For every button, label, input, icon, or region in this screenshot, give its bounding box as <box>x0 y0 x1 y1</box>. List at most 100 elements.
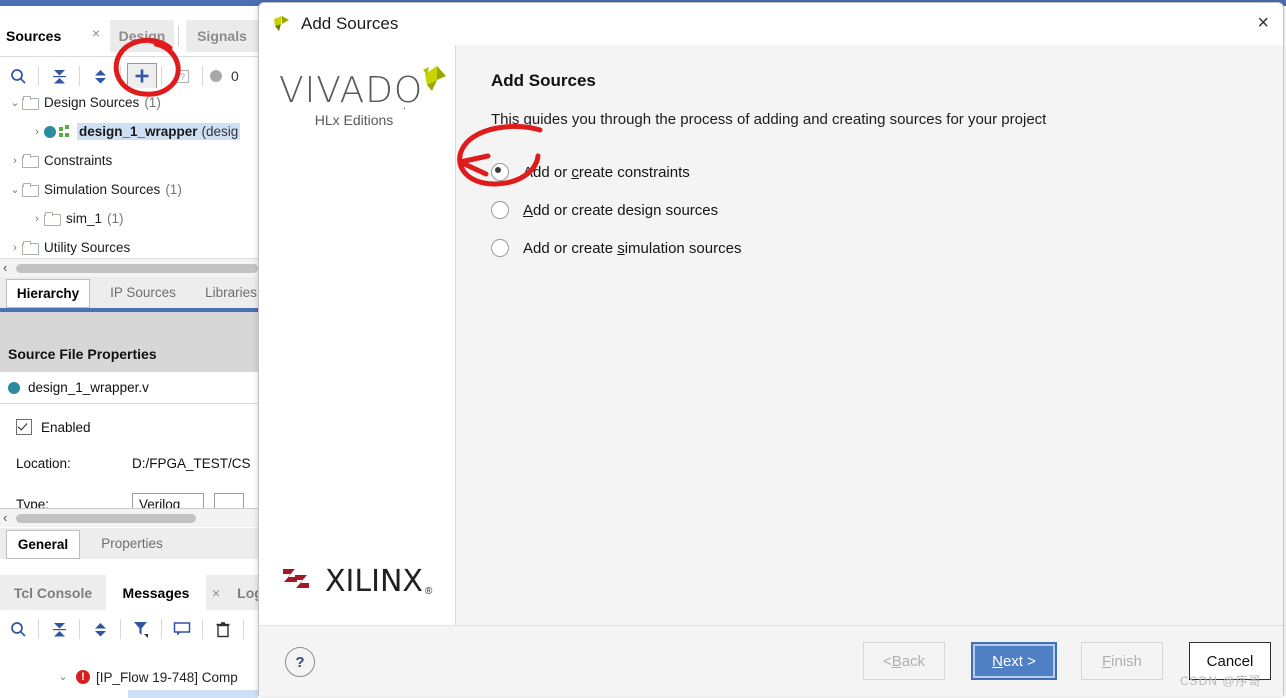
properties-panel-title: Source File Properties <box>0 336 258 372</box>
svg-text:?: ? <box>179 72 184 82</box>
xilinx-wordmark: XILINX <box>325 563 423 599</box>
tab-tcl-console[interactable]: Tcl Console <box>0 575 106 610</box>
toolbar-divider <box>161 619 162 639</box>
module-status-icon <box>44 125 56 138</box>
properties-panel-header-strip <box>0 312 258 336</box>
scrollbar-thumb[interactable] <box>16 264 258 273</box>
toolbar-divider <box>38 619 39 639</box>
radio-add-or-create-design-sources[interactable]: Add or create design sources <box>491 191 741 229</box>
location-row: Location: D:/FPGA_TEST/CS <box>16 456 251 471</box>
radio-simulation-label: Add or create simulation sources <box>523 239 742 257</box>
chevron-down-icon[interactable]: ⌄ <box>8 183 22 196</box>
next-button[interactable]: Next > <box>971 642 1057 680</box>
tab-general[interactable]: General <box>6 530 80 559</box>
sources-tree: ⌄ Design Sources (1) › design_1_wrapper … <box>0 88 258 258</box>
toolbar-divider <box>79 619 80 639</box>
trash-icon[interactable] <box>205 614 241 644</box>
tree-item-design-sources[interactable]: ⌄ Design Sources (1) <box>0 88 258 117</box>
sources-horizontal-scrollbar[interactable]: ‹ <box>0 258 258 277</box>
chevron-left-icon[interactable]: ‹ <box>3 510 7 525</box>
location-value: D:/FPGA_TEST/CS <box>132 456 251 471</box>
chevron-down-icon[interactable]: ⌄ <box>56 670 70 683</box>
toolbar-divider <box>161 66 162 86</box>
back-button[interactable]: < Back <box>863 642 945 680</box>
xilinx-logo: XILINX ® <box>281 561 451 601</box>
tab-properties[interactable]: Properties <box>86 530 178 557</box>
tab-design[interactable]: Design <box>110 20 174 52</box>
search-icon[interactable] <box>0 61 36 91</box>
tab-hierarchy-label: Hierarchy <box>16 286 80 301</box>
tab-signals-label: Signals <box>197 28 247 44</box>
tab-messages-close-icon[interactable]: × <box>212 585 220 601</box>
dialog-branding-sidebar: VIVADO . HLx Editions XILINX ® <box>259 45 456 625</box>
error-icon: ! <box>76 670 90 684</box>
radio-simulation-indicator[interactable] <box>491 239 509 257</box>
radio-constraints-label: Add or create constraints <box>523 163 690 181</box>
properties-file-row[interactable]: design_1_wrapper.v <box>0 372 258 404</box>
source-type-radio-group: Add or create constraints Add or create … <box>491 153 741 267</box>
tree-label: Utility Sources <box>44 240 131 255</box>
tree-count: (1) <box>107 211 124 226</box>
properties-view-tabs: General Properties <box>0 528 258 559</box>
chevron-left-icon[interactable]: ‹ <box>3 260 7 275</box>
chevron-right-icon[interactable]: › <box>30 126 44 138</box>
tab-ip-sources[interactable]: IP Sources <box>98 279 188 306</box>
vivado-logo: VIVADO . HLx Editions <box>279 66 451 140</box>
console-message-highlight <box>128 690 258 698</box>
expand-all-icon[interactable] <box>82 61 118 91</box>
watermark: CSDN @序哥 <box>1180 674 1262 688</box>
tree-label: sim_1 <box>66 211 103 226</box>
collapse-all-icon[interactable] <box>41 614 77 644</box>
filter-icon[interactable] <box>123 614 159 644</box>
tree-item-utility-sources[interactable]: › Utility Sources <box>0 233 258 258</box>
console-message-text: [IP_Flow 19-748] Comp <box>96 670 238 685</box>
tab-general-label: General <box>17 537 69 552</box>
chevron-down-icon[interactable]: ⌄ <box>8 96 22 109</box>
tree-item-sim-1[interactable]: › sim_1 (1) <box>0 204 258 233</box>
radio-design-indicator[interactable] <box>491 201 509 219</box>
enabled-checkbox-row[interactable]: Enabled <box>16 419 91 435</box>
tree-label-suffix: (desig <box>199 123 241 140</box>
help-button[interactable]: ? <box>285 647 315 677</box>
collapse-all-icon[interactable] <box>41 61 77 91</box>
dialog-heading: Add Sources <box>491 71 596 90</box>
add-sources-dialog: Add Sources × VIVADO . HLx Editions XILI… <box>258 2 1284 696</box>
tab-properties-label: Properties <box>101 536 163 551</box>
radio-add-or-create-simulation-sources[interactable]: Add or create simulation sources <box>491 229 741 267</box>
status-count: 0 <box>231 68 239 84</box>
comment-icon[interactable] <box>164 614 200 644</box>
close-icon[interactable]: × <box>1257 13 1269 33</box>
tab-libraries[interactable]: Libraries <box>196 279 266 306</box>
tree-label: Simulation Sources <box>44 182 161 197</box>
tab-hierarchy[interactable]: Hierarchy <box>6 279 90 308</box>
module-icon <box>59 125 72 138</box>
tree-item-design-1-wrapper[interactable]: › design_1_wrapper (desig <box>0 117 258 146</box>
chevron-right-icon[interactable]: › <box>30 213 44 225</box>
tab-sources-label: Sources <box>6 28 62 44</box>
tree-item-simulation-sources[interactable]: ⌄ Simulation Sources (1) <box>0 175 258 204</box>
xilinx-mark-icon <box>283 569 309 588</box>
sources-panel-tabbar: Sources × Design Signals <box>0 20 258 52</box>
toolbar-divider <box>202 66 203 86</box>
radio-constraints-indicator[interactable] <box>491 163 509 181</box>
help-icon[interactable]: ? <box>164 61 200 91</box>
properties-horizontal-scrollbar[interactable]: ‹ <box>0 508 258 527</box>
radio-add-or-create-constraints[interactable]: Add or create constraints <box>491 153 741 191</box>
enabled-checkbox[interactable] <box>16 419 32 435</box>
finish-button[interactable]: Finish <box>1081 642 1163 680</box>
tab-libraries-label: Libraries <box>205 285 257 300</box>
tab-sources-close-icon[interactable]: × <box>92 25 100 41</box>
tree-item-constraints[interactable]: › Constraints <box>0 146 258 175</box>
tab-signals[interactable]: Signals <box>186 20 258 52</box>
chevron-right-icon[interactable]: › <box>8 155 22 167</box>
dialog-title: Add Sources <box>301 14 399 33</box>
toolbar-divider <box>79 66 80 86</box>
tab-sources[interactable]: Sources <box>6 20 62 52</box>
tab-messages[interactable]: Messages <box>106 575 206 610</box>
toolbar-divider <box>202 619 203 639</box>
chevron-right-icon[interactable]: › <box>8 242 22 254</box>
expand-all-icon[interactable] <box>82 614 118 644</box>
scrollbar-thumb[interactable] <box>16 514 196 523</box>
add-sources-button[interactable] <box>127 63 157 89</box>
search-icon[interactable] <box>0 614 36 644</box>
